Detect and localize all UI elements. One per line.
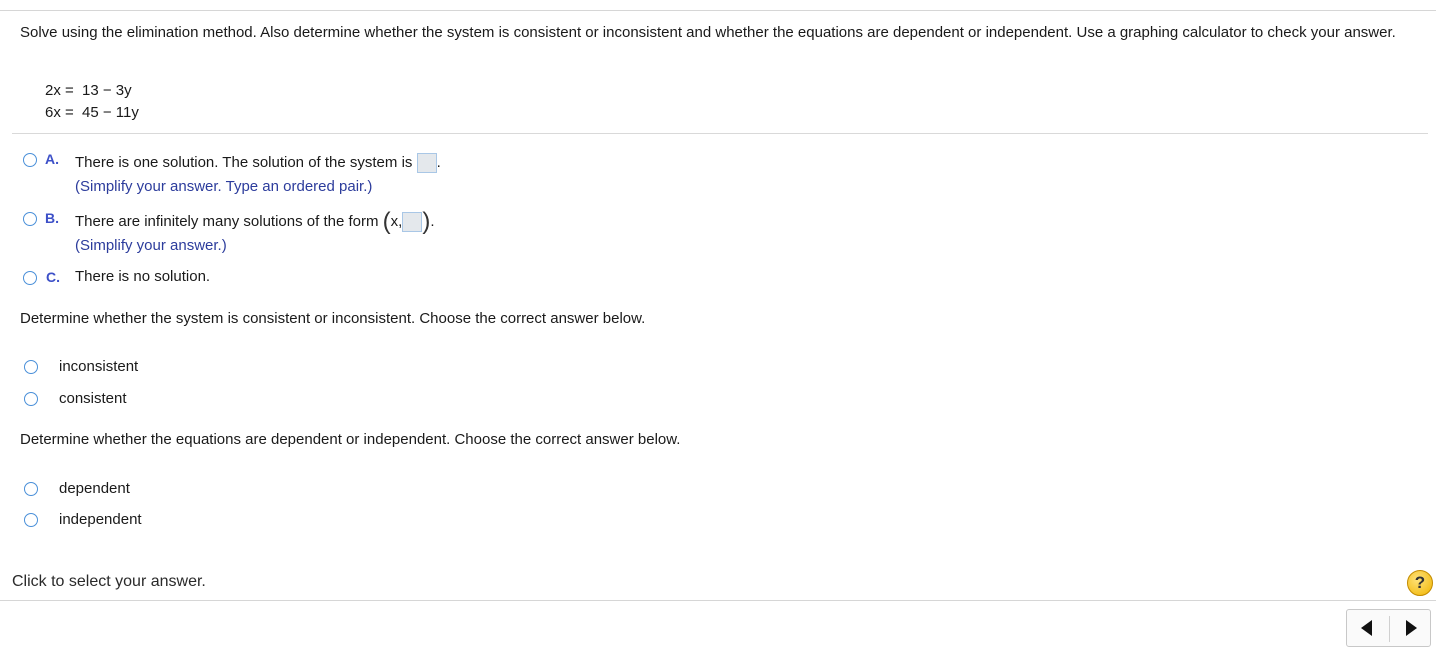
status-text: Click to select your answer.	[12, 573, 206, 590]
equation-1: 2x = 13 − 3y	[45, 81, 132, 101]
previous-button[interactable]	[1347, 610, 1389, 646]
option-a-statement: There is one solution. The solution of t…	[75, 153, 413, 171]
consistency-question: Determine whether the system is consiste…	[20, 310, 646, 327]
arrow-left-icon	[1361, 620, 1372, 636]
arrow-right-icon	[1406, 620, 1417, 636]
equation-2-lhs: 6x =	[45, 104, 74, 121]
option-a-hint: (Simplify your answer. Type an ordered p…	[75, 178, 373, 195]
option-c-text: There is no solution.	[75, 268, 211, 285]
option-a-text: There is one solution. The solution of t…	[75, 153, 441, 173]
dependency-question: Determine whether the equations are depe…	[20, 431, 681, 448]
option-b-x-prefix: x,	[390, 212, 403, 230]
equation-1-lhs: 2x =	[45, 82, 74, 99]
footer-divider	[0, 600, 1436, 601]
question-prompt: Solve using the elimination method. Also…	[20, 24, 1396, 41]
independent-radio[interactable]	[24, 513, 38, 527]
option-b-answer-box[interactable]	[402, 212, 423, 232]
equation-2: 6x = 45 − 11y	[45, 103, 139, 123]
help-icon[interactable]: ?	[1407, 570, 1433, 596]
section-divider	[12, 133, 1428, 134]
independent-label[interactable]: independent	[59, 511, 142, 528]
option-b-period: .	[430, 212, 435, 230]
dependent-label[interactable]: dependent	[59, 480, 130, 497]
navigation-controls	[1346, 609, 1431, 647]
option-b-letter: B.	[45, 210, 59, 226]
option-b-statement: There are infinitely many solutions of t…	[75, 212, 379, 230]
option-b-text: There are infinitely many solutions of t…	[75, 210, 435, 234]
equation-1-rhs: 13 − 3y	[82, 82, 132, 99]
option-a-letter: A.	[45, 151, 59, 167]
option-c-letter: C.	[46, 269, 60, 285]
consistent-radio[interactable]	[24, 392, 38, 406]
option-a-radio[interactable]	[23, 153, 37, 167]
inconsistent-radio[interactable]	[24, 360, 38, 374]
equation-2-rhs: 45 − 11y	[82, 104, 139, 121]
option-a-period: .	[436, 153, 441, 171]
inconsistent-label[interactable]: inconsistent	[59, 358, 138, 375]
option-b-open-paren: (	[382, 208, 391, 235]
option-b-radio[interactable]	[23, 212, 37, 226]
option-a-answer-box[interactable]	[416, 153, 437, 173]
consistent-label[interactable]: consistent	[59, 390, 127, 407]
top-divider	[0, 10, 1436, 11]
next-button[interactable]	[1390, 610, 1432, 646]
option-b-hint: (Simplify your answer.)	[75, 237, 227, 254]
option-c-radio[interactable]	[23, 271, 37, 285]
dependent-radio[interactable]	[24, 482, 38, 496]
